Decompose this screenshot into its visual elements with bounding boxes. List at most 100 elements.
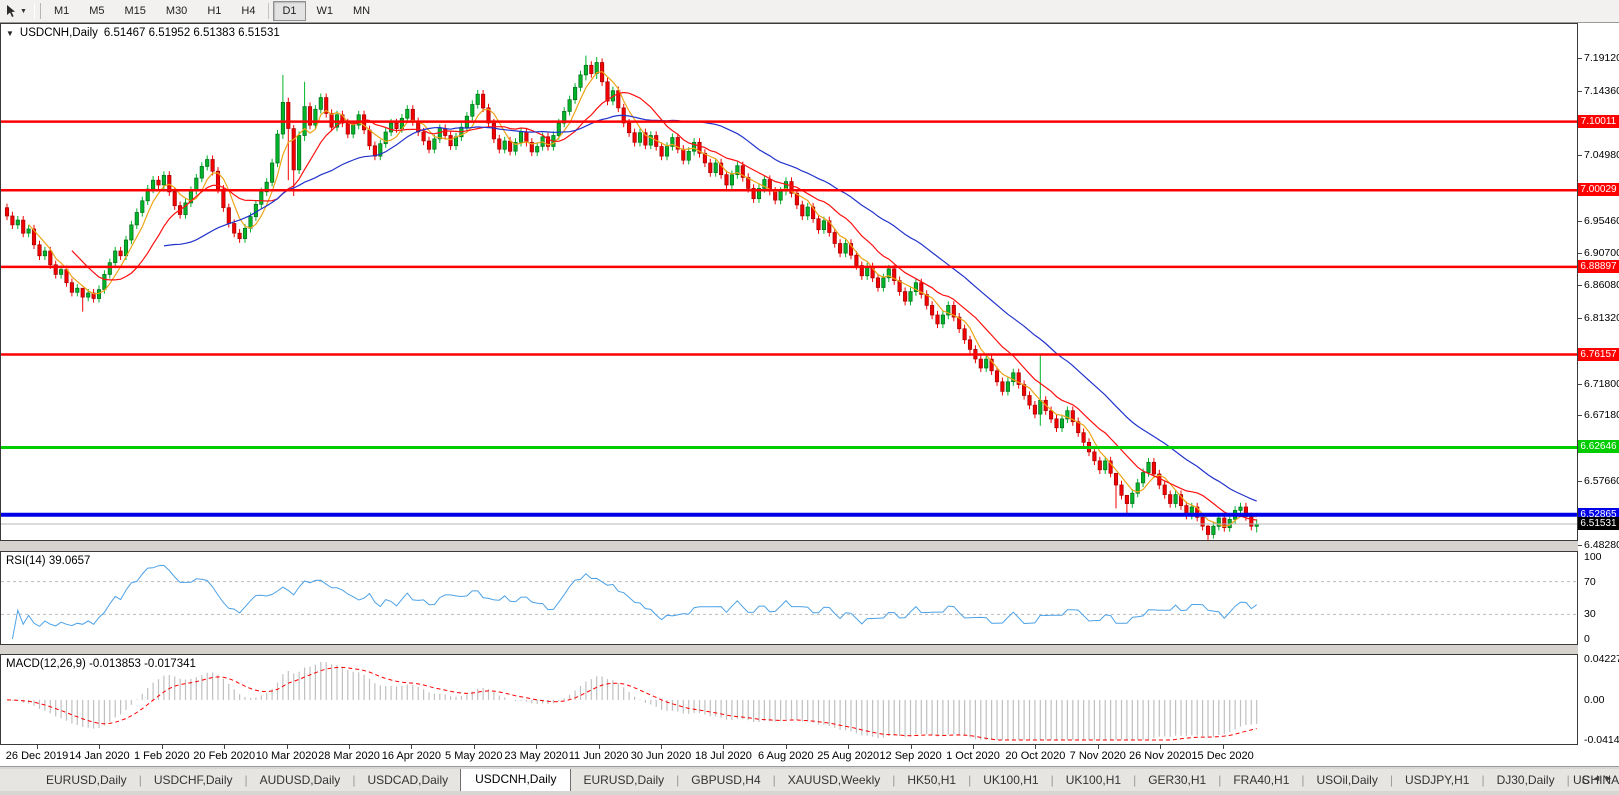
timeframe-button-mn[interactable]: MN	[344, 1, 379, 21]
date-label: 6 Aug 2020	[758, 750, 814, 762]
chart-tab-uk100-h1[interactable]: UK100,H1	[971, 770, 1050, 791]
chart-tab-uk100-h1[interactable]: UK100,H1	[1054, 770, 1133, 791]
rsi-pane[interactable]: RSI(14) 39.0657	[0, 551, 1578, 645]
price-axis[interactable]: 7.191207.143607.049806.954606.907006.860…	[1578, 23, 1619, 745]
price-line-badge: 7.10011	[1578, 115, 1619, 128]
chart-ohlc-values: 6.51467 6.51952 6.51383 6.51531	[104, 27, 280, 39]
price-line-badge: 6.62646	[1578, 440, 1619, 453]
date-label: 11 Jun 2020	[569, 750, 629, 762]
chart-tab-usdchf-daily[interactable]: USDCHF,Daily	[142, 770, 245, 791]
cursor-dropdown-caret-icon[interactable]: ▼	[20, 8, 27, 15]
chart-tab-xauusd-weekly[interactable]: XAUUSD,Weekly	[776, 770, 892, 791]
macd-label: MACD(12,26,9) -0.013853 -0.017341	[6, 658, 196, 670]
chart-tab-usoil-daily[interactable]: USOil,Daily	[1305, 770, 1390, 791]
date-label: 20 Feb 2020	[193, 750, 255, 762]
pane-divider[interactable]	[0, 541, 1578, 551]
chart-tab-fra40-h1[interactable]: FRA40,H1	[1221, 770, 1301, 791]
axis-tick	[1578, 415, 1582, 416]
price-line-badge: 7.00029	[1578, 183, 1619, 196]
chart-tab-usdcnh-daily[interactable]: USDCNH,Daily	[460, 769, 571, 791]
rsi-axis-label: 30	[1584, 608, 1596, 620]
date-tick	[661, 745, 662, 749]
timeframe-button-m30[interactable]: M30	[157, 1, 196, 21]
chart-tab-bar: EURUSD,Daily|USDCHF,Daily|AUDUSD,Daily|U…	[0, 769, 1619, 791]
chart-tab-audusd-daily[interactable]: AUDUSD,Daily	[248, 770, 353, 791]
chart-tab-eurusd-daily[interactable]: EURUSD,Daily	[34, 770, 139, 791]
date-tick	[911, 745, 912, 749]
date-tick	[37, 745, 38, 749]
tab-truncated[interactable]: US	[1573, 773, 1589, 787]
price-tick-label: 7.04980	[1584, 149, 1619, 161]
date-label: 30 Jun 2020	[631, 750, 692, 762]
chart-tab-usdcad-daily[interactable]: USDCAD,Daily	[355, 770, 460, 791]
rsi-axis-label: 100	[1584, 551, 1602, 563]
axis-tick	[1578, 91, 1582, 92]
main-chart-pane[interactable]: ▼ USDCNH,Daily 6.51467 6.51952 6.51383 6…	[0, 23, 1578, 541]
tab-scroll-left-icon[interactable]: ◄	[1592, 773, 1604, 783]
rsi-chart[interactable]	[1, 552, 1577, 644]
date-label: 23 May 2020	[504, 750, 568, 762]
chart-tab-gbpusd-h4[interactable]: GBPUSD,H4	[679, 770, 772, 791]
date-tick	[1098, 745, 1099, 749]
date-label: 28 Mar 2020	[318, 750, 380, 762]
date-tick	[599, 745, 600, 749]
toolbar-grip[interactable]	[34, 3, 41, 19]
date-tick	[1160, 745, 1161, 749]
tab-scroll-right-icon[interactable]: ►	[1604, 773, 1616, 783]
candlestick-chart[interactable]	[1, 24, 1577, 540]
window-bottom-edge	[0, 791, 1619, 795]
axis-tick	[1578, 221, 1582, 222]
timeframe-toolbar: ▼ M1M5M15M30H1H4 D1W1MN	[0, 0, 1619, 23]
price-tick-label: 6.86080	[1584, 279, 1619, 291]
date-tick	[287, 745, 288, 749]
date-tick	[973, 745, 974, 749]
macd-chart[interactable]	[1, 655, 1577, 744]
cursor-tool-icon[interactable]	[4, 4, 18, 18]
date-tick	[536, 745, 537, 749]
date-label: 14 Jan 2020	[69, 750, 130, 762]
timeframe-button-w1[interactable]: W1	[308, 1, 343, 21]
axis-tick	[1578, 285, 1582, 286]
macd-pane[interactable]: MACD(12,26,9) -0.013853 -0.017341	[0, 654, 1578, 745]
price-tick-label: 6.67180	[1584, 409, 1619, 421]
axis-tick	[1578, 384, 1582, 385]
date-tick	[474, 745, 475, 749]
timeframe-button-m15[interactable]: M15	[116, 1, 155, 21]
current-price-badge: 6.51531	[1578, 517, 1619, 530]
chart-tab-usdjpy-h1[interactable]: USDJPY,H1	[1393, 770, 1481, 791]
date-tick	[411, 745, 412, 749]
price-tick-label: 6.57660	[1584, 475, 1619, 487]
chart-tab-dj30-daily[interactable]: DJ30,Daily	[1485, 770, 1567, 791]
axis-tick	[1578, 318, 1582, 319]
chart-tab-ger30-h1[interactable]: GER30,H1	[1136, 770, 1218, 791]
timeframe-button-m5[interactable]: M5	[80, 1, 113, 21]
time-axis[interactable]: 26 Dec 201914 Jan 20201 Feb 202020 Feb 2…	[0, 745, 1578, 766]
price-tick-label: 7.19120	[1584, 52, 1619, 64]
date-label: 15 Dec 2020	[1191, 750, 1253, 762]
date-label: 16 Apr 2020	[382, 750, 441, 762]
rsi-label: RSI(14) 39.0657	[6, 555, 90, 567]
chart-tab-hk50-h1[interactable]: HK50,H1	[895, 770, 968, 791]
axis-tick	[1578, 481, 1582, 482]
timeframe-button-h1[interactable]: H1	[198, 1, 230, 21]
price-tick-label: 6.81320	[1584, 312, 1619, 324]
date-tick	[1223, 745, 1224, 749]
date-tick	[786, 745, 787, 749]
chart-tab-eurusd-daily[interactable]: EURUSD,Daily	[571, 770, 676, 791]
date-tick	[162, 745, 163, 749]
date-label: 20 Oct 2020	[1005, 750, 1065, 762]
pane-divider[interactable]	[0, 645, 1578, 654]
chart-symbol-label: USDCNH,Daily	[20, 27, 98, 39]
tab-scroll-arrows: ◄►	[1592, 773, 1616, 783]
timeframe-button-m1[interactable]: M1	[45, 1, 78, 21]
date-label: 7 Nov 2020	[1070, 750, 1126, 762]
date-label: 10 Mar 2020	[256, 750, 318, 762]
timeframe-button-h4[interactable]: H4	[232, 1, 264, 21]
macd-axis-label: 0.00	[1584, 694, 1604, 706]
date-tick	[99, 745, 100, 749]
collapse-arrow-icon[interactable]: ▼	[6, 29, 14, 38]
date-label: 1 Feb 2020	[134, 750, 190, 762]
timeframe-button-d1[interactable]: D1	[273, 1, 305, 21]
axis-tick	[1578, 58, 1582, 59]
macd-axis-label: -0.04148	[1584, 734, 1619, 746]
